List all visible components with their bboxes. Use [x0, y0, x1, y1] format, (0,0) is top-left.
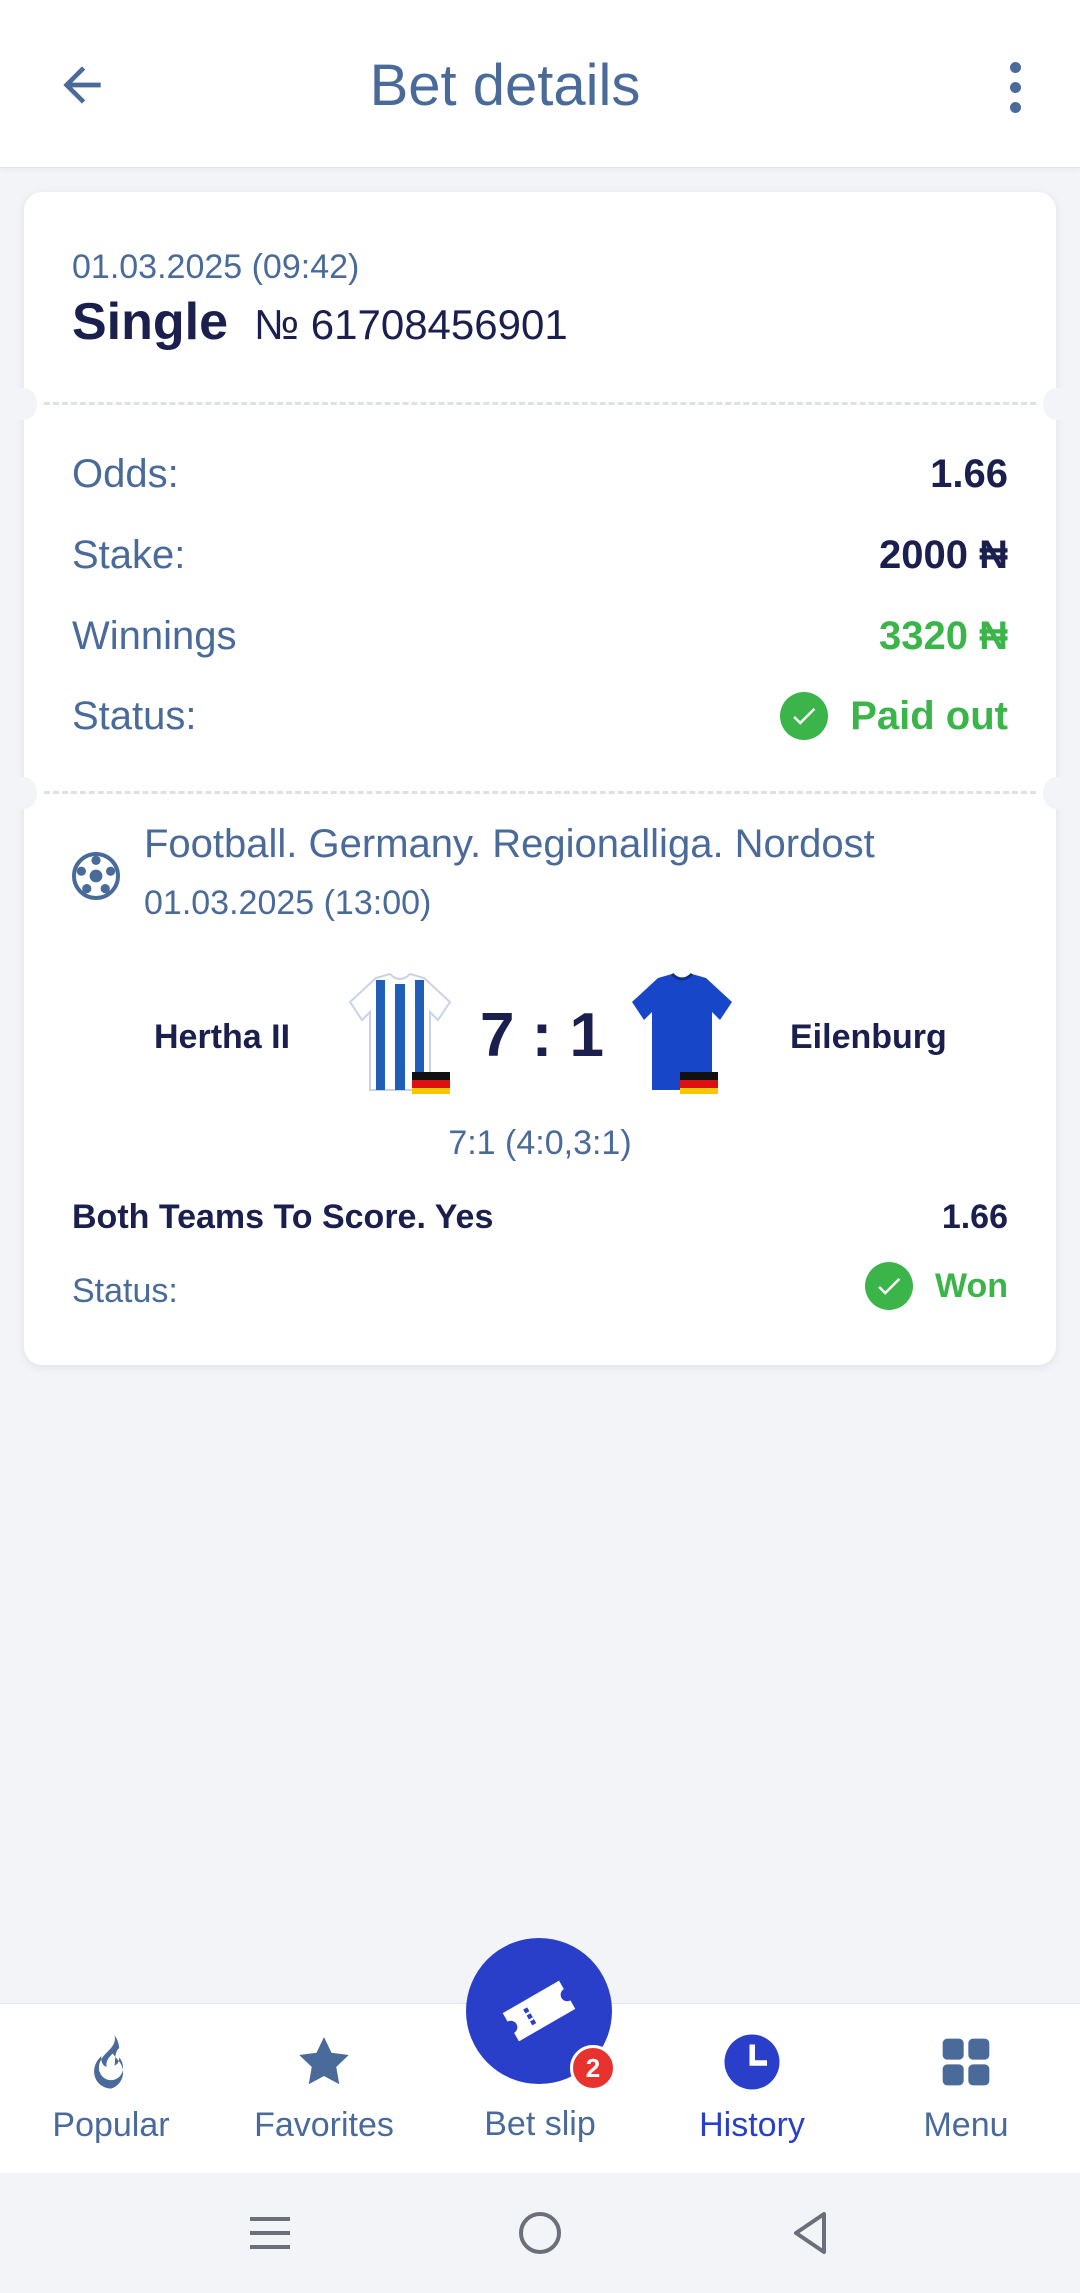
home-circle-icon [519, 2212, 561, 2254]
score-detail: 7:1 (4:0,3:1) [448, 1124, 632, 1162]
status-label: Status: [72, 693, 197, 738]
status-text: Paid out [850, 693, 1008, 738]
market-name: Both Teams To Score. Yes [72, 1198, 494, 1236]
back-triangle-icon [794, 2212, 826, 2254]
home-button[interactable] [510, 2203, 570, 2263]
nav-popular[interactable]: Popular [11, 2032, 211, 2145]
ticket-notch-left [11, 777, 37, 809]
status-value: Paid out [780, 692, 1008, 740]
stake-label: Stake: [72, 532, 186, 577]
nav-favorites[interactable]: Favorites [224, 2032, 424, 2145]
status-row: Status: Paid out [72, 688, 1008, 744]
odds-value: 1.66 [930, 451, 1008, 496]
more-vertical-icon [1009, 61, 1021, 73]
away-jersey-icon [632, 972, 732, 1094]
odds-label: Odds: [72, 451, 179, 496]
page-title: Bet details [369, 53, 641, 118]
back-nav-button[interactable] [780, 2203, 840, 2263]
ticket-notch-right [1043, 388, 1069, 420]
system-nav-bar [0, 2173, 1080, 2293]
selection-status-text: Won [934, 1266, 1008, 1305]
menu-lines-icon [250, 2217, 290, 2249]
bet-number: № 61708456901 [254, 301, 568, 348]
bet-card: 01.03.2025 (09:42) Single № 61708456901 … [11, 192, 1069, 1365]
nav-history[interactable]: History [652, 2032, 852, 2145]
more-menu-button[interactable] [990, 52, 1040, 122]
winnings-value: 3320 ₦ [879, 613, 1008, 658]
league-name: Football. Germany. Regionalliga. Nordost [144, 822, 875, 866]
winnings-row: Winnings 3320 ₦ [72, 608, 1008, 664]
odds-row: Odds: 1.66 [72, 446, 1008, 502]
nav-betslip-label[interactable]: Bet slip [440, 2105, 640, 2144]
event-date: 01.03.2025 (13:00) [144, 884, 432, 922]
home-team: Hertha II [154, 1018, 291, 1056]
app-header: Bet details [0, 0, 1080, 168]
bet-date: 01.03.2025 (09:42) [72, 248, 360, 286]
nav-popular-label: Popular [52, 2106, 170, 2144]
away-team: Eilenburg [790, 1018, 947, 1056]
nav-favorites-label: Favorites [254, 2106, 394, 2144]
bet-type: Single [72, 293, 229, 351]
recents-button[interactable] [240, 2203, 300, 2263]
divider [44, 791, 1036, 794]
check-circle-icon [864, 1262, 913, 1310]
stake-row: Stake: 2000 ₦ [72, 527, 1008, 583]
grid-icon [936, 2032, 996, 2092]
winnings-label: Winnings [72, 613, 237, 658]
home-jersey-icon [348, 972, 452, 1094]
nav-menu[interactable]: Menu [866, 2032, 1066, 2145]
flame-icon [81, 2032, 141, 2092]
ticket-icon [502, 1980, 576, 2042]
divider [44, 402, 1036, 405]
match-score: 7 : 1 [479, 1001, 605, 1070]
check-circle-icon [780, 692, 829, 740]
nav-history-label: History [699, 2106, 805, 2144]
star-icon [294, 2032, 354, 2092]
stake-value: 2000 ₦ [879, 532, 1008, 577]
selection-status-label: Status: [72, 1272, 178, 1310]
ticket-notch-right [1043, 777, 1069, 809]
bet-title-row: Single № 61708456901 [72, 292, 568, 352]
ticket-notch-left [11, 388, 37, 420]
market-odds: 1.66 [941, 1198, 1008, 1236]
nav-menu-label: Menu [923, 2106, 1009, 2144]
selection-status-value: Won [864, 1262, 1008, 1310]
betslip-count-badge: 2 [570, 2045, 616, 2091]
football-icon [72, 852, 120, 900]
clock-icon [722, 2032, 782, 2092]
